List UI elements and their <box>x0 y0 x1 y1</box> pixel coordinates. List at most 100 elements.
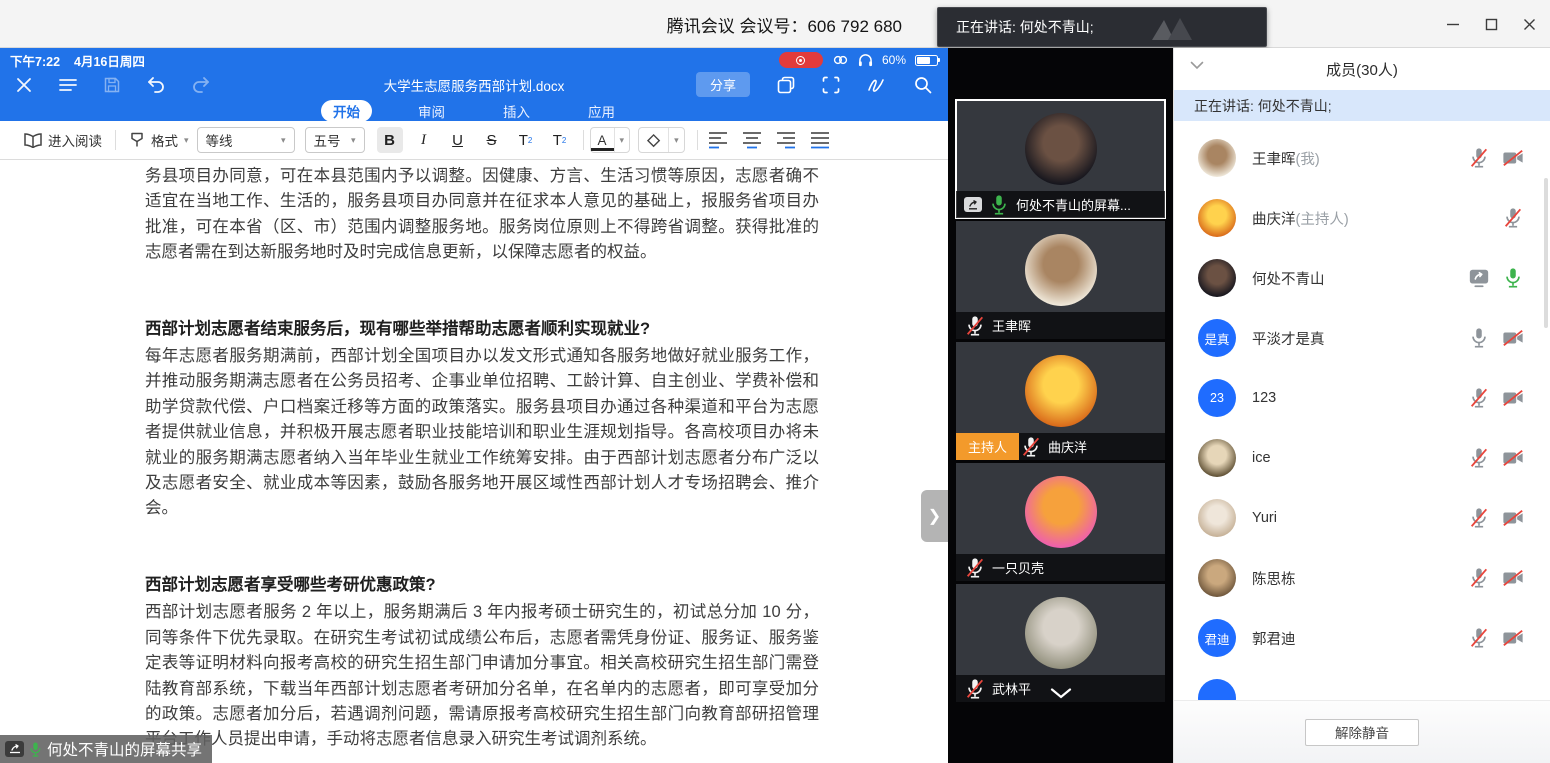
subscript-button[interactable]: T2 <box>547 127 573 153</box>
strikethrough-button[interactable]: S <box>479 127 505 153</box>
host-badge: 主持人 <box>956 433 1019 460</box>
member-name: 王聿晖(我) <box>1252 148 1320 169</box>
tab-home[interactable]: 开始 <box>321 100 372 122</box>
video-tile[interactable]: 王聿晖 <box>956 221 1165 339</box>
wps-share-button[interactable]: 分享 <box>696 72 750 97</box>
font-color-dropdown[interactable]: ▾ <box>614 128 630 152</box>
mic-muted-icon <box>964 678 986 700</box>
align-justify-icon[interactable] <box>810 131 830 149</box>
speaking-toast-text: 正在讲话: 何处不青山; <box>956 17 1094 37</box>
window-titlebar: 腾讯会议 会议号：606 792 680 正在讲话: 何处不青山; <box>0 0 1550 48</box>
member-name: 曲庆洋(主持人) <box>1252 208 1349 229</box>
font-size-select[interactable]: 五号 ▾ <box>305 127 365 153</box>
member-avatar <box>1198 199 1236 237</box>
mic-muted-icon <box>1020 436 1042 458</box>
underline-button[interactable]: U <box>445 127 471 153</box>
close-document-icon[interactable] <box>16 77 32 93</box>
member-row[interactable]: ice <box>1174 428 1550 488</box>
screen-share-banner: 何处不青山的屏幕共享 <box>0 735 212 763</box>
screen-share-icon <box>964 197 982 212</box>
search-icon[interactable] <box>914 76 932 94</box>
tab-apps[interactable]: 应用 <box>576 100 627 122</box>
undo-icon[interactable] <box>147 77 165 93</box>
member-name: ice <box>1252 450 1271 466</box>
screen-share-icon <box>5 741 24 757</box>
collapse-strip-icon[interactable] <box>1050 688 1072 699</box>
highlight-dropdown[interactable]: ▾ <box>668 128 684 152</box>
close-button[interactable] <box>1514 9 1544 39</box>
format-brush-icon <box>129 132 145 148</box>
member-row[interactable]: 曲庆洋(主持人) <box>1174 188 1550 248</box>
superscript-button[interactable]: T2 <box>513 127 539 153</box>
align-right-icon[interactable] <box>776 131 796 149</box>
mic-muted-icon <box>1468 567 1490 589</box>
document-page[interactable]: 务县项目办同意，可在本县范围内予以调整。因健康、方言、生活习惯等原因，志愿者确不… <box>0 160 948 763</box>
unmute-button[interactable]: 解除静音 <box>1305 719 1419 746</box>
document-title: 大学生志愿服务西部计划.docx <box>384 75 565 95</box>
member-row[interactable]: 何处不青山 <box>1174 248 1550 308</box>
camera-muted-icon <box>1502 507 1524 529</box>
member-avatar <box>1198 559 1236 597</box>
member-row[interactable]: Yuri <box>1174 488 1550 548</box>
save-icon[interactable] <box>104 77 120 93</box>
menu-icon[interactable] <box>59 78 77 92</box>
member-name: 何处不青山 <box>1252 268 1325 289</box>
font-color-button[interactable]: A <box>591 132 614 151</box>
screen-share-banner-text: 何处不青山的屏幕共享 <box>47 738 202 760</box>
member-row[interactable]: 陈思栋 <box>1174 548 1550 608</box>
mic-muted-icon <box>964 557 986 579</box>
participant-name: 一只贝壳 <box>992 558 1044 577</box>
italic-button[interactable]: I <box>411 127 437 153</box>
link-icon <box>832 53 849 67</box>
member-avatar: 君迪 <box>1198 619 1236 657</box>
member-avatar <box>1198 499 1236 537</box>
read-mode-label: 进入阅读 <box>48 130 102 150</box>
doc-paragraph: 务县项目办同意，可在本县范围内予以调整。因健康、方言、生活习惯等原因，志愿者确不… <box>145 164 819 266</box>
member-avatar <box>1198 259 1236 297</box>
font-name-value: 等线 <box>206 130 233 150</box>
bold-button[interactable]: B <box>377 127 403 153</box>
maximize-button[interactable] <box>1476 9 1506 39</box>
member-row[interactable]: 王聿晖(我) <box>1174 128 1550 188</box>
redo-icon[interactable] <box>192 77 210 93</box>
member-row[interactable] <box>1174 668 1550 700</box>
pages-icon[interactable] <box>777 76 795 94</box>
member-row[interactable]: 是真平淡才是真 <box>1174 308 1550 368</box>
mic-muted-icon <box>1468 147 1490 169</box>
align-left-icon[interactable] <box>708 131 728 149</box>
minimize-button[interactable] <box>1438 9 1468 39</box>
battery-icon <box>915 55 938 66</box>
camera-muted-icon <box>1502 147 1524 169</box>
tab-review[interactable]: 审阅 <box>406 100 457 122</box>
video-tile[interactable]: 主持人曲庆洋 <box>956 342 1165 460</box>
selection-frame-icon[interactable] <box>822 76 840 94</box>
font-color-combo[interactable]: A ▾ <box>590 127 631 153</box>
member-avatar <box>1198 139 1236 177</box>
read-mode-button[interactable]: 进入阅读 <box>24 130 102 150</box>
member-row[interactable]: 君迪郭君迪 <box>1174 608 1550 668</box>
member-avatar <box>1198 679 1236 700</box>
highlight-combo[interactable]: ▾ <box>638 127 685 153</box>
video-tile[interactable]: 何处不青山的屏幕... <box>956 100 1165 218</box>
meeting-id-label: 腾讯会议 会议号：606 792 680 <box>667 0 902 48</box>
font-name-select[interactable]: 等线 ▾ <box>197 127 295 153</box>
expand-panel-handle[interactable]: ❯ <box>921 490 948 542</box>
highlight-button[interactable] <box>639 128 668 152</box>
tile-name-bar: 一只贝壳 <box>956 554 1165 581</box>
video-thumbnail-strip: 何处不青山的屏幕... 王聿晖主持人曲庆洋一只贝壳武林平 <box>948 48 1173 763</box>
participant-name: 王聿晖 <box>992 316 1031 335</box>
tab-insert[interactable]: 插入 <box>491 100 542 122</box>
collapse-panel-icon[interactable] <box>1190 61 1204 70</box>
member-name: 123 <box>1252 390 1276 406</box>
format-painter-button[interactable]: 格式 ▾ <box>129 130 189 150</box>
camera-muted-icon <box>1502 567 1524 589</box>
video-tile[interactable]: 武林平 <box>956 584 1165 702</box>
member-avatar: 是真 <box>1198 319 1236 357</box>
member-row[interactable]: 23123 <box>1174 368 1550 428</box>
pen-squiggle-icon[interactable] <box>867 76 887 94</box>
align-center-icon[interactable] <box>742 131 762 149</box>
member-list-scrollbar[interactable] <box>1544 178 1548 328</box>
mic-on-icon <box>1502 267 1524 289</box>
video-tile[interactable]: 一只贝壳 <box>956 463 1165 581</box>
doc-paragraph: 西部计划志愿者服务 2 年以上，服务期满后 3 年内报考硕士研究生的，初试总分加… <box>145 600 819 752</box>
